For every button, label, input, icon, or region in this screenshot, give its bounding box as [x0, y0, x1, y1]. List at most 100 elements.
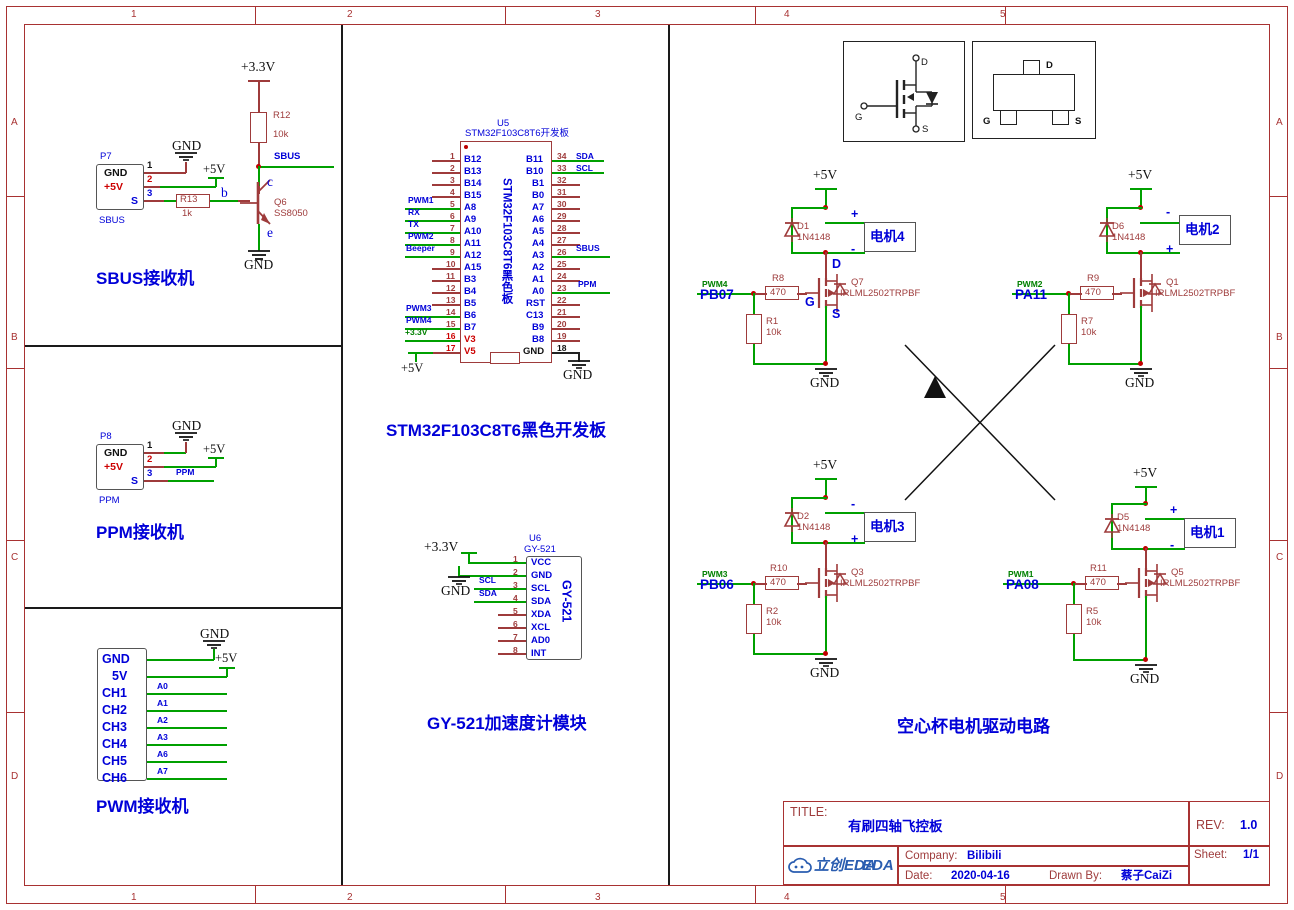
- net-label-a2: A2: [157, 715, 168, 725]
- mosfet-q7-ref: Q7: [851, 277, 864, 288]
- sbus-power-5v-label: +5V: [203, 162, 226, 176]
- mcu-right-pin-num: 19: [557, 331, 567, 341]
- mcu-left-pin-net: +3.3V: [405, 327, 428, 337]
- fet-package-g-label: G: [983, 116, 991, 127]
- sbus-section-caption: SBUS接收机: [96, 269, 195, 288]
- mcu-gnd-label: GND: [563, 367, 593, 382]
- panel-divider-left: [341, 25, 343, 885]
- resistor-r10-ref: R10: [770, 563, 788, 574]
- mcu-left-pin-num: 12: [446, 283, 456, 293]
- m2-port-label: PA11: [1015, 287, 1048, 302]
- ppm-section-caption: PPM接收机: [96, 523, 184, 542]
- mcu-right-pin-num: 31: [557, 187, 567, 197]
- mcu-right-pin-name: B11: [526, 154, 543, 165]
- mcu-left-pin-num: 9: [450, 247, 455, 257]
- mcu-right-pin-name: C13: [526, 310, 544, 321]
- mcu-right-pin-num: 23: [557, 283, 567, 293]
- pwm-pin-ch1: CH1: [102, 686, 128, 700]
- fet-symbol-s-label: S: [922, 124, 929, 135]
- drawn-label: Drawn By:: [1049, 870, 1103, 882]
- resistor-r9-value: 470: [1085, 287, 1101, 298]
- mcu-left-pin-name: B3: [464, 274, 477, 285]
- connector-p7-pin3-num: 3: [147, 188, 153, 199]
- mcu-left-pin-num: 16: [446, 331, 456, 341]
- mcu-right-pin-name: A1: [532, 274, 545, 285]
- pwm-pin-gnd: GND: [102, 652, 130, 666]
- ppm-gnd-label: GND: [172, 418, 202, 433]
- mcu-left-pin-name: V5: [464, 346, 476, 357]
- diode-d1-ref: D1: [797, 221, 810, 232]
- mcu-right-pin-name: GND: [523, 346, 545, 357]
- mcu-right-pin-num: 34: [557, 151, 567, 161]
- motor-m1-top-polarity: +: [1170, 503, 1178, 517]
- diode-d6-ref: D6: [1112, 221, 1125, 232]
- motor-m4-top-polarity: +: [851, 207, 859, 221]
- m3-port-label: PB06: [700, 577, 734, 592]
- pwm-pin-ch2: CH2: [102, 703, 128, 717]
- mcu-right-pin-name: A5: [532, 226, 545, 237]
- mcu-right-pin-num: 24: [557, 271, 567, 281]
- title-value: 有刷四轴飞控板: [848, 819, 943, 834]
- gy521-ref: U6: [529, 533, 542, 544]
- zone-col-4-top: 4: [784, 9, 790, 20]
- lceda-logo-eda: EDA: [862, 857, 894, 874]
- mcu-left-pin-net: PWM1: [408, 195, 434, 205]
- resistor-r11-value: 470: [1090, 577, 1106, 588]
- gy521-pin-num: 7: [513, 632, 518, 642]
- motor-m2-label: 电机2: [1185, 222, 1220, 237]
- mcu-left-pin-num: 17: [446, 343, 456, 353]
- connector-p7-pin2-num: 2: [147, 174, 153, 185]
- zone-col-3-top: 3: [595, 9, 601, 20]
- gy521-body-text: GY-521: [559, 580, 574, 623]
- mcu-right-pin-name: B0: [532, 190, 545, 201]
- gy521-pin-name: XCL: [531, 622, 550, 633]
- mcu-left-pin-name: B14: [464, 178, 482, 189]
- connector-p7-pin2-name: +5V: [104, 181, 123, 193]
- mcu-right-pin-num: 33: [557, 163, 567, 173]
- resistor-r2-value: 10k: [766, 617, 782, 628]
- motor-m3-label: 电机3: [870, 519, 905, 534]
- mcu-left-pin-name: B5: [464, 298, 477, 309]
- diode-d5-ref: D5: [1117, 512, 1130, 523]
- gy521-pin-name: AD0: [531, 635, 551, 646]
- gy521-pin-num: 5: [513, 606, 518, 616]
- mcu-right-pin-name: B8: [532, 334, 545, 345]
- fet-package-pad-d: [1023, 60, 1040, 75]
- gy521-pin-num: 8: [513, 645, 518, 655]
- motor-m1-bottom-polarity: -: [1170, 538, 1175, 552]
- net-label-a0: A0: [157, 681, 168, 691]
- mosfet-q7-part: IRLML2502TRPBF: [840, 288, 921, 299]
- mosfet-q1-part: IRLML2502TRPBF: [1155, 288, 1236, 299]
- mcu-left-pin-name: A12: [464, 250, 482, 261]
- rev-label: REV:: [1196, 818, 1225, 832]
- zone-col-1-top: 1: [131, 9, 137, 20]
- resistor-r1-ref: R1: [766, 316, 779, 327]
- mcu-left-pin-name: A9: [464, 214, 477, 225]
- mcu-left-pin-net: PWM2: [408, 231, 434, 241]
- mcu-right-pin-name: B10: [526, 166, 544, 177]
- connector-p8-pin1-name: GND: [104, 447, 128, 459]
- motor-m2-bottom-polarity: +: [1166, 242, 1174, 256]
- m3-gnd-label: GND: [810, 665, 840, 680]
- m2-gnd-label: GND: [1125, 375, 1155, 390]
- mcu-left-pin-net: Beeper: [406, 243, 435, 253]
- transistor-q6-part: SS8050: [274, 208, 308, 219]
- m1-port-label: PA08: [1006, 577, 1039, 592]
- mcu-right-pin-name: A7: [532, 202, 545, 213]
- resistor-r5-value: 10k: [1086, 617, 1102, 628]
- zone-col-2-top: 2: [347, 9, 353, 20]
- mcu-left-pin-net: PWM3: [406, 303, 432, 313]
- gy521-pin-num: 6: [513, 619, 518, 629]
- zone-col-5-bottom: 5: [1000, 892, 1006, 903]
- m4-terminal-s: S: [832, 307, 841, 321]
- schematic-sheet: 1 2 3 4 5 1 2 3 4 5 A B C D A B C D +3.3…: [0, 0, 1294, 910]
- zone-row-b-left: B: [11, 332, 18, 343]
- transistor-terminal-c: c: [267, 174, 273, 189]
- resistor-r2-body: [746, 604, 762, 634]
- mcu-left-pin-num: 2: [450, 163, 455, 173]
- motor-m4-bottom-polarity: -: [851, 242, 856, 256]
- resistor-r5-body: [1066, 604, 1082, 634]
- orientation-arrow: [924, 376, 946, 398]
- net-label-a6: A6: [157, 749, 168, 759]
- mcu-left-pin-num: 10: [446, 259, 456, 269]
